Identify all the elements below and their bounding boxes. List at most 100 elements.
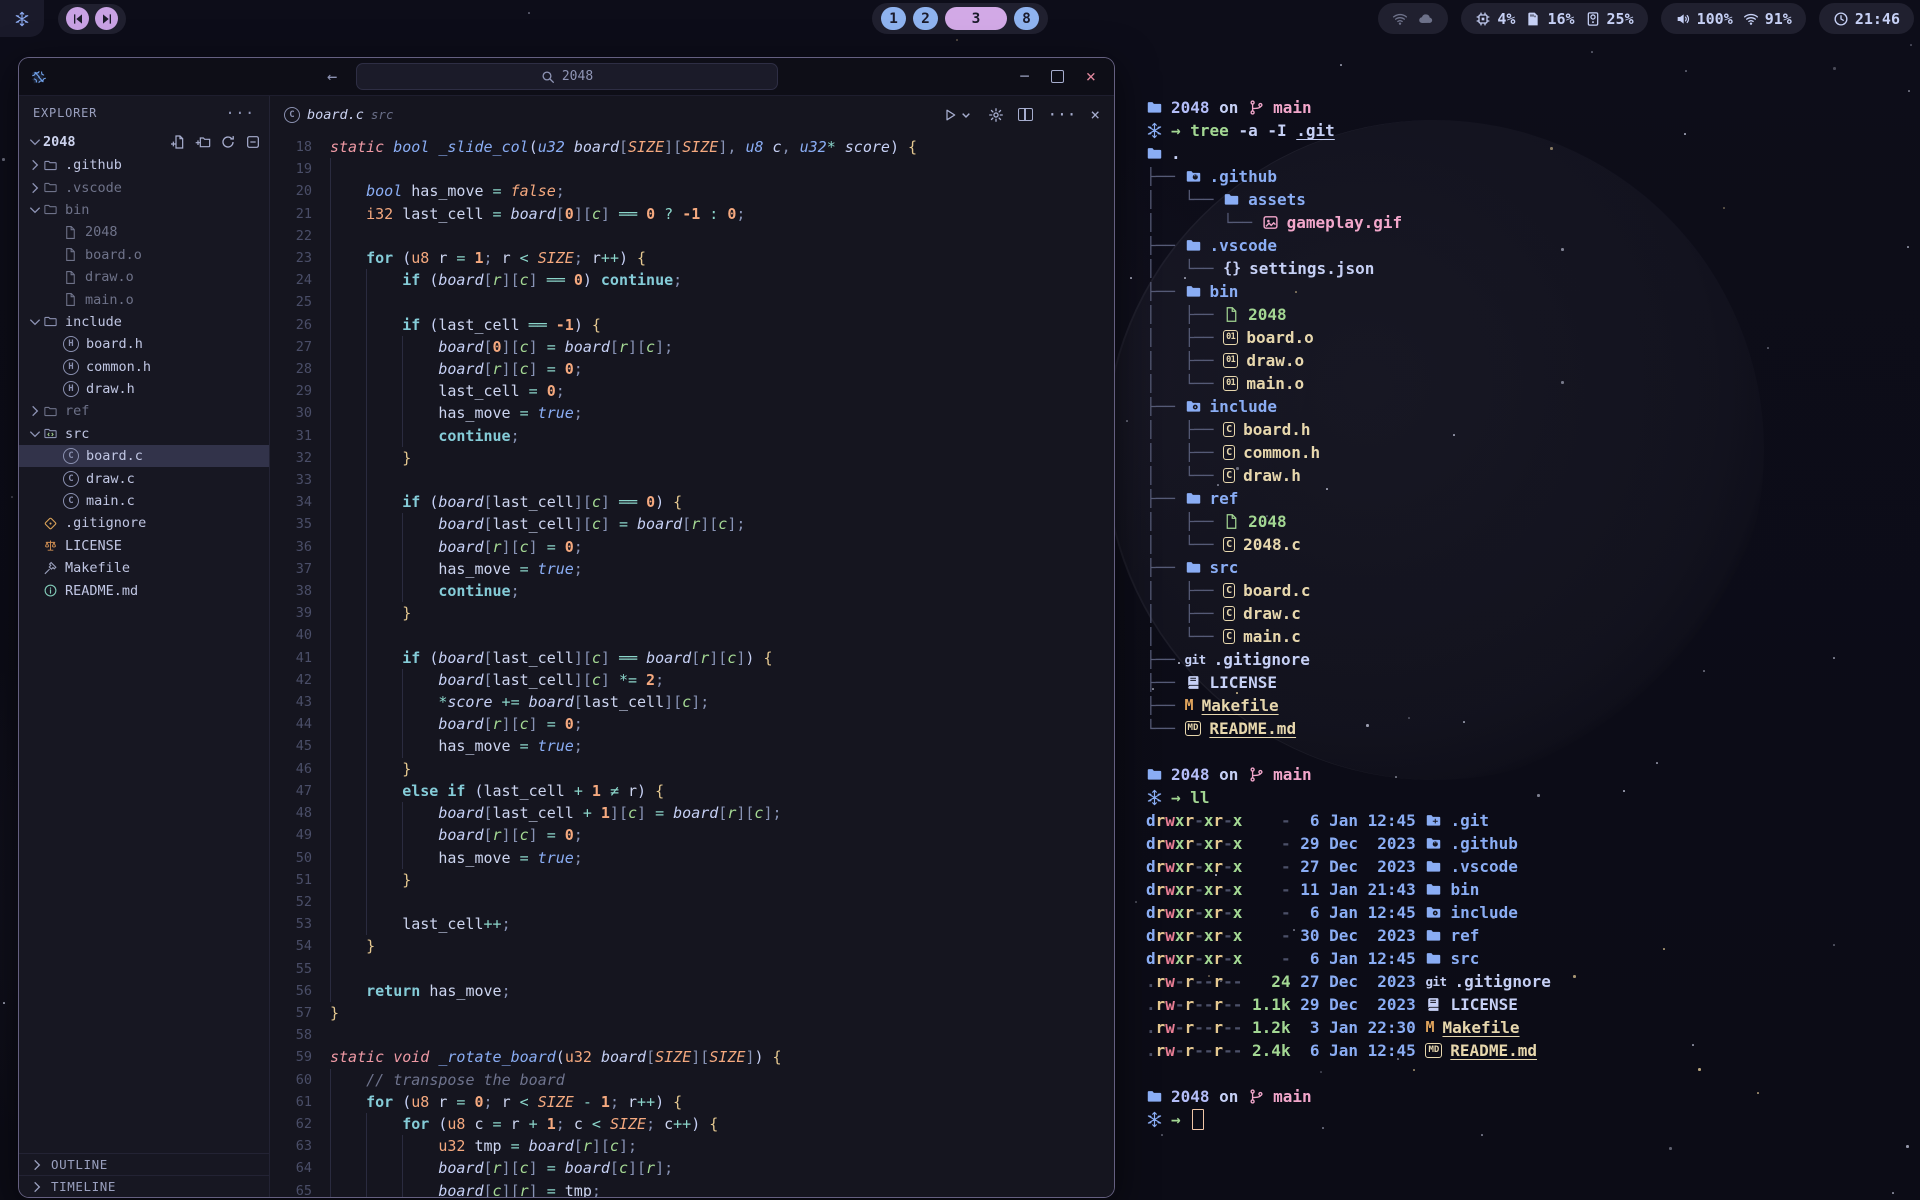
code-line-55: 55 [270, 958, 1114, 980]
more-actions-icon[interactable]: ··· [1047, 105, 1076, 124]
code-line-28: 28 board[r][c] = 0; [270, 358, 1114, 380]
audio-network-stats[interactable]: 100% 91% [1661, 3, 1806, 34]
terminal-cursor [1192, 1109, 1204, 1130]
tab-board-c[interactable]: C board.c src [284, 107, 393, 123]
new-file-icon[interactable] [170, 134, 186, 150]
terminal-line: │ ├── 01draw.o [1146, 349, 1916, 372]
folder-icon [1425, 950, 1442, 967]
sidebar-item-draw.o[interactable]: draw.o [19, 266, 269, 288]
root-folder-label: 2048 [43, 134, 76, 150]
media-previous-button[interactable] [66, 7, 89, 30]
workspace-1[interactable]: 1 [881, 7, 906, 30]
sidebar-item-draw.c[interactable]: Cdraw.c [19, 467, 269, 489]
cloud-icon [1418, 11, 1434, 27]
explorer-header: EXPLORER [33, 106, 97, 120]
o-folder-icon [43, 180, 58, 195]
explorer-root-folder[interactable]: 2048 [19, 130, 269, 154]
code-line-38: 38 continue; [270, 580, 1114, 602]
sidebar-item-common.h[interactable]: Hcommon.h [19, 356, 269, 378]
folder-icon [1223, 191, 1240, 208]
media-next-button[interactable] [95, 7, 118, 30]
code-line-54: 54 } [270, 935, 1114, 957]
sidebar-item-board.h[interactable]: Hboard.h [19, 333, 269, 355]
titlebar[interactable]: ← → 2048 ─ × [19, 58, 1114, 96]
sidebar-item-board.c[interactable]: Cboard.c [19, 445, 269, 467]
file-label: board.c [86, 448, 143, 464]
code-line-52: 52 [270, 891, 1114, 913]
code-line-57: 57} [270, 1002, 1114, 1024]
file-label: main.c [86, 493, 135, 509]
terminal-line: → tree -a -I .git [1146, 119, 1916, 142]
terminal-line: │ ├── Cboard.h [1146, 418, 1916, 441]
timeline-section[interactable]: TIMELINE [19, 1175, 269, 1197]
sidebar-item-Makefile[interactable]: Makefile [19, 557, 269, 579]
close-editor-icon[interactable]: × [1090, 105, 1100, 124]
close-button[interactable]: × [1086, 67, 1096, 87]
run-file-button[interactable] [942, 107, 974, 123]
settings-gear-icon[interactable] [988, 107, 1004, 123]
code-line-46: 46 } [270, 758, 1114, 780]
terminal[interactable]: 2048 on main→ tree -a -I .git.├── .githu… [1146, 96, 1916, 1131]
book-icon [1425, 996, 1442, 1013]
code-line-58: 58 [270, 1024, 1114, 1046]
terminal-line: │ └── C2048.c [1146, 533, 1916, 556]
git-icon: git [1185, 648, 1206, 671]
terminal-line: ├── .vscode [1146, 234, 1916, 257]
outline-section[interactable]: OUTLINE [19, 1153, 269, 1175]
sidebar-item-.gitignore[interactable]: .gitignore [19, 512, 269, 534]
code-line-34: 34 if (board[last_cell][c] ══ 0) { [270, 491, 1114, 513]
sidebar-item-LICENSE[interactable]: LICENSE [19, 535, 269, 557]
explorer-more-icon[interactable]: ··· [226, 104, 256, 122]
sidebar-item-.vscode[interactable]: .vscode [19, 176, 269, 198]
terminal-line: .rw-r--r-- 1.2k 3 Jan 22:30 MMakefile [1146, 1016, 1916, 1039]
workspace-3[interactable]: 3 [945, 7, 1007, 30]
collapse-all-icon[interactable] [245, 134, 261, 150]
sidebar-item-README.md[interactable]: README.md [19, 579, 269, 601]
sidebar-item-2048[interactable]: 2048 [19, 221, 269, 243]
sidebar-item-src[interactable]: src [19, 423, 269, 445]
terminal-line: . [1146, 142, 1916, 165]
terminal-line: │ └── gameplay.gif [1146, 211, 1916, 234]
sidebar-item-main.o[interactable]: main.o [19, 288, 269, 310]
terminal-line [1146, 1062, 1916, 1085]
sidebar-item-board.o[interactable]: board.o [19, 244, 269, 266]
workspace-8[interactable]: 8 [1014, 7, 1039, 30]
terminal-line: │ ├── Ccommon.h [1146, 441, 1916, 464]
split-editor-icon[interactable] [1018, 108, 1033, 121]
ram-usage: 16% [1547, 10, 1574, 28]
terminal-line: drwxr-xr-x - 30 Dec 2023 ref [1146, 924, 1916, 947]
nav-back-button[interactable]: ← [327, 67, 337, 87]
command-center-search[interactable]: 2048 [356, 63, 778, 90]
code-line-30: 30 has_move = true; [270, 402, 1114, 424]
clock-widget[interactable]: 21:46 [1819, 3, 1914, 34]
nixos-launcher-button[interactable] [0, 0, 44, 37]
file-icon [1223, 513, 1240, 530]
sidebar-item-bin[interactable]: bin [19, 199, 269, 221]
new-folder-icon[interactable] [195, 134, 211, 150]
tab-description: src [371, 107, 394, 122]
git-icon: git [1425, 970, 1446, 993]
branch-icon [1248, 1088, 1265, 1105]
c-badge-icon: C [1223, 583, 1235, 598]
maximize-button[interactable] [1051, 70, 1064, 83]
sidebar-item-main.c[interactable]: Cmain.c [19, 490, 269, 512]
minimize-button[interactable]: ─ [1020, 69, 1028, 85]
sidebar-item-include[interactable]: include [19, 311, 269, 333]
refresh-icon[interactable] [220, 134, 236, 150]
code-line-49: 49 board[r][c] = 0; [270, 824, 1114, 846]
git-diamond-icon [43, 516, 58, 531]
sidebar-item-draw.h[interactable]: Hdraw.h [19, 378, 269, 400]
sidebar-item-ref[interactable]: ref [19, 400, 269, 422]
code-line-31: 31 continue; [270, 425, 1114, 447]
file-label: draw.c [86, 471, 135, 487]
terminal-line: .rw-r--r-- 24 27 Dec 2023 git.gitignore [1146, 970, 1916, 993]
terminal-line: drwxr-xr-x - 11 Jan 21:43 bin [1146, 878, 1916, 901]
network-tray[interactable] [1378, 3, 1448, 34]
top-bar: 1238 4% 16% 25% 100% 91% 21:46 [0, 0, 1920, 37]
terminal-line: │ ├── Cdraw.c [1146, 602, 1916, 625]
code-editor[interactable]: 18static bool _slide_col(u32 board[SIZE]… [270, 133, 1114, 1197]
workspace-2[interactable]: 2 [913, 7, 938, 30]
c-badge-icon: C [1223, 445, 1235, 460]
sidebar-item-.github[interactable]: .github [19, 154, 269, 176]
code-line-24: 24 if (board[r][c] ══ 0) continue; [270, 269, 1114, 291]
